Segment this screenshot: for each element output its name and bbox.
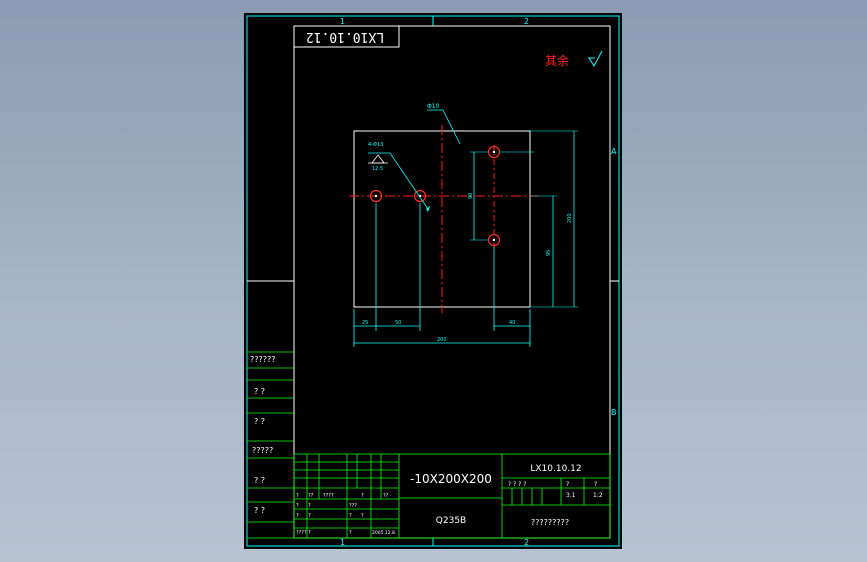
hole-count-label: 4-Φ13 xyxy=(368,142,383,148)
sign-r0-c4: ?? xyxy=(383,493,389,499)
sign-r3-c3: ? xyxy=(349,530,352,536)
mirrored-drawing-number: LX10.10.12 xyxy=(306,29,384,44)
roughness-value: 12.5 xyxy=(372,166,383,172)
zone-label-1-top: 1 xyxy=(340,17,345,26)
sign-r2-c1: ? xyxy=(308,513,311,519)
sign-r0-c1: ?? xyxy=(308,493,314,499)
hole-callout-leader xyxy=(427,109,461,145)
company-name: ????????? xyxy=(531,518,569,527)
left-panel-text-4: ? ? xyxy=(254,476,265,485)
hole-callout-label: Φ10 xyxy=(427,103,440,110)
hole-count-leader xyxy=(368,152,429,210)
zone-label-2-bottom: 2 xyxy=(524,538,529,547)
sign-r0-c3: ? xyxy=(361,493,364,499)
sheet-mark-a: ? xyxy=(566,481,569,488)
left-panel-text-1: ? ? xyxy=(254,387,265,396)
sign-r2-c4: ? xyxy=(361,513,364,519)
dim-text-vertical-big: 200 xyxy=(567,213,573,223)
sign-r3-c1: ? xyxy=(308,530,311,536)
sign-r3-c0: ???? xyxy=(296,530,307,536)
dim-text-50: 50 xyxy=(395,320,401,326)
sign-r0-c0: ? xyxy=(296,493,299,499)
roughness-symbol-icon xyxy=(588,50,603,67)
sign-r1-c1: ? xyxy=(308,503,311,509)
scale-a: 3.1 xyxy=(566,492,576,499)
sign-r1-c0: ? xyxy=(296,503,299,509)
stock-size: -10X200X200 xyxy=(410,472,492,486)
dim-text-vertical-mid: 95 xyxy=(546,250,552,256)
cad-drawing: 1 2 1 2 A B LX10.10.12 其余 Φ10 4-Φ13 12.5… xyxy=(246,15,620,547)
material: Q235B xyxy=(436,516,466,526)
zone-label-2-top: 2 xyxy=(524,17,529,26)
dim-text-40: 40 xyxy=(509,320,515,326)
hole-center-3 xyxy=(492,150,496,154)
zone-label-1-bottom: 1 xyxy=(340,538,345,547)
row-marks: ? ? ? ? xyxy=(508,481,526,488)
left-panel-text-5: ? ? xyxy=(254,506,265,515)
hole-center-4 xyxy=(492,238,496,242)
dim-text-vertical-small: 90 xyxy=(468,193,474,199)
hole-center-1 xyxy=(374,194,378,198)
scale-b: 1:2 xyxy=(593,492,603,499)
sign-r3-c4: 2005.12.8 xyxy=(372,530,395,536)
sign-r1-c3: ??? xyxy=(349,503,357,509)
sign-r2-c3: ? xyxy=(349,513,352,519)
surface-note: 其余 xyxy=(545,53,569,68)
left-panel-text-2: ? ? xyxy=(254,417,265,426)
drawing-number: LX10.10.12 xyxy=(530,464,581,474)
inner-frame xyxy=(293,25,611,539)
triangle-roughness-icon xyxy=(371,154,385,164)
sheet-mark-b: ? xyxy=(594,481,597,488)
mirrored-code-group: LX10.10.12 xyxy=(306,29,384,44)
zone-label-B: B xyxy=(611,408,617,417)
sign-r2-c0: ? xyxy=(296,513,299,519)
sign-r0-c2: ???? xyxy=(323,493,334,499)
left-panel-text-3: ????? xyxy=(252,446,273,455)
dim-text-200-h: 200 xyxy=(437,337,447,343)
dim-text-25: 25 xyxy=(362,320,368,326)
zone-label-A: A xyxy=(611,147,617,156)
left-panel-text-0: ?????? xyxy=(250,355,275,364)
drawing-sheet: 1 2 1 2 A B LX10.10.12 其余 Φ10 4-Φ13 12.5… xyxy=(244,13,622,549)
